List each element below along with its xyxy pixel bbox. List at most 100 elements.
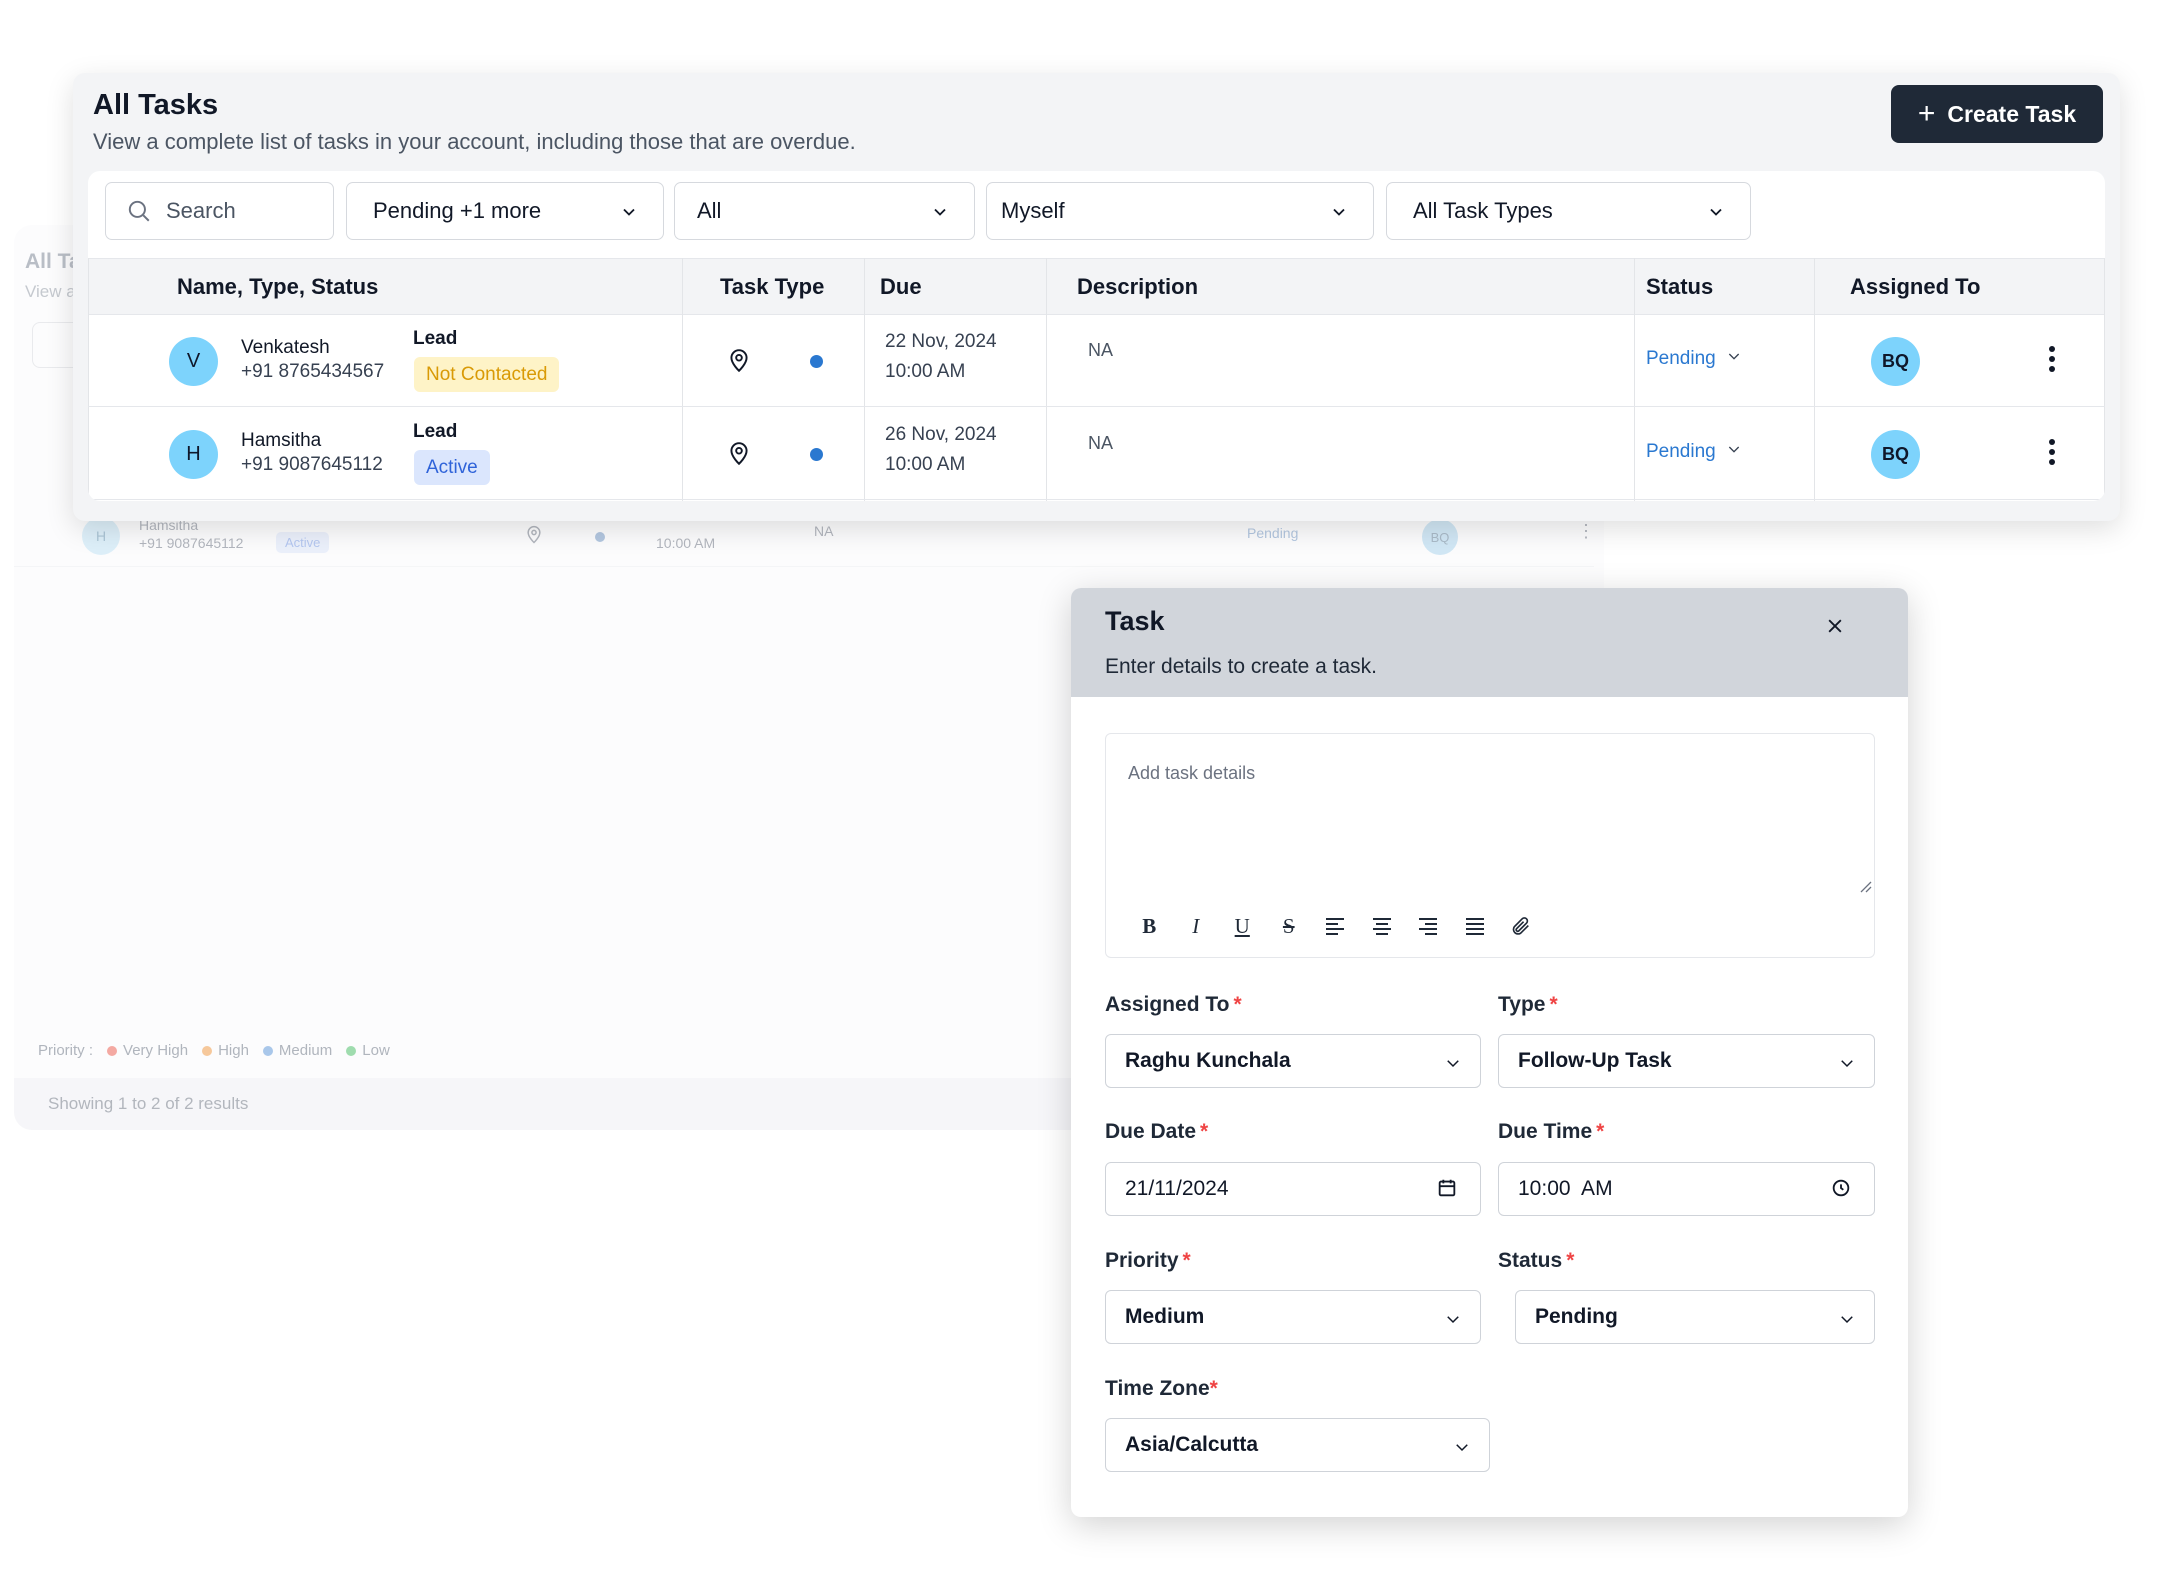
chevron-down-icon <box>1838 1310 1856 1334</box>
location-pin-icon <box>726 347 752 375</box>
type-label: Type * <box>1498 993 1558 1016</box>
status-dropdown[interactable]: Pending <box>1646 348 1742 370</box>
priority-low: Low <box>346 1042 390 1059</box>
column-header-assigned-to: Assigned To <box>1850 274 1981 299</box>
priority-high: High <box>202 1042 249 1059</box>
table-row[interactable]: H Hamsitha +91 9087645112 Lead Active 26… <box>88 408 2105 500</box>
modal-header: Task Enter details to create a task. <box>1071 588 1908 697</box>
column-header-due: Due <box>880 274 922 299</box>
table-row[interactable]: V Venkatesh +91 8765434567 Lead Not Cont… <box>88 315 2105 407</box>
plus-icon: + <box>1917 97 1936 130</box>
medium-dot-icon <box>262 1045 273 1056</box>
due-date: 22 Nov, 2024 <box>885 331 997 352</box>
priority-very-high: Very High <box>107 1042 188 1059</box>
attachment-icon[interactable] <box>1498 906 1545 946</box>
background-page-subtitle: View a <box>25 282 76 301</box>
location-pin-icon <box>524 524 544 551</box>
align-left-icon[interactable] <box>1312 906 1359 946</box>
search-placeholder: Search <box>166 198 236 223</box>
create-task-label: Create Task <box>1947 100 2077 127</box>
assigned-to-label: Assigned To * <box>1105 993 1242 1016</box>
align-center-icon[interactable] <box>1359 906 1406 946</box>
modal-title: Task <box>1105 606 1165 636</box>
contact-name[interactable]: Hamsitha <box>241 430 321 452</box>
record-type: Lead <box>413 328 458 349</box>
status-label: Status * <box>1498 1249 1575 1272</box>
due-time: 10:00 AM <box>656 535 716 551</box>
column-header-description: Description <box>1077 274 1199 299</box>
chevron-down-icon <box>1838 1054 1856 1078</box>
bold-button[interactable]: B <box>1126 906 1173 946</box>
high-dot-icon <box>202 1045 213 1056</box>
chevron-down-icon <box>619 202 639 228</box>
align-right-icon[interactable] <box>1405 906 1452 946</box>
strikethrough-button[interactable]: S <box>1266 906 1313 946</box>
priority-dot <box>810 355 823 368</box>
clock-icon[interactable] <box>1830 1177 1852 1199</box>
avatar: H <box>169 430 218 479</box>
contact-name[interactable]: Venkatesh <box>241 337 330 359</box>
column-header-status: Status <box>1646 274 1714 299</box>
avatar: V <box>169 337 218 386</box>
assignee-avatar: BQ <box>1871 337 1920 386</box>
priority-label: Priority * <box>1105 1249 1191 1272</box>
assigned-to-select[interactable]: Raghu Kunchala <box>1105 1034 1481 1088</box>
resize-handle-icon[interactable] <box>1858 879 1872 898</box>
status-select[interactable]: Pending <box>1515 1290 1875 1344</box>
priority-dot <box>810 448 823 461</box>
italic-button[interactable]: I <box>1173 906 1220 946</box>
align-justify-icon[interactable] <box>1452 906 1499 946</box>
priority-legend-label: Priority : <box>38 1042 94 1059</box>
priority-medium: Medium <box>262 1042 332 1059</box>
owner-filter-select[interactable]: Myself <box>986 182 1374 240</box>
more-options-icon[interactable] <box>2048 438 2056 466</box>
results-count: Showing 1 to 2 of 2 results <box>48 1094 249 1113</box>
chevron-down-icon <box>1726 441 1742 463</box>
column-header-task-type: Task Type <box>720 274 825 299</box>
chevron-down-icon <box>1726 348 1742 370</box>
close-icon[interactable] <box>1825 616 1845 636</box>
assignee-avatar: BQ <box>1871 430 1920 479</box>
chevron-down-icon <box>1706 202 1726 228</box>
create-task-button[interactable]: + Create Task <box>1891 85 2103 143</box>
low-dot-icon <box>346 1045 357 1056</box>
due-date: 26 Nov, 2024 <box>885 424 997 445</box>
due-time-label: Due Time * <box>1498 1120 1605 1143</box>
task-type-filter-select[interactable]: All Task Types <box>1386 182 1751 240</box>
chevron-down-icon <box>1453 1438 1471 1462</box>
more-icon: ⋮ <box>1577 521 1595 541</box>
type-select[interactable]: Follow-Up Task <box>1498 1034 1875 1088</box>
task-details-input[interactable] <box>1106 734 1872 891</box>
scope-filter-select[interactable]: All <box>674 182 975 240</box>
column-header-name: Name, Type, Status <box>177 274 379 299</box>
due-time-input[interactable]: 10:00 AM <box>1498 1162 1875 1216</box>
status-badge: Not Contacted <box>414 357 560 392</box>
task-details-editor: B I U S <box>1105 733 1875 958</box>
time-zone-label: Time Zone* <box>1105 1377 1218 1400</box>
all-tasks-panel: All Tasks View a complete list of tasks … <box>73 73 2120 521</box>
underline-button[interactable]: U <box>1219 906 1266 946</box>
status-dropdown[interactable]: Pending <box>1646 441 1742 463</box>
contact-phone: +91 9087645112 <box>241 454 383 475</box>
description: NA <box>1088 340 1114 360</box>
contact-phone: +91 8765434567 <box>241 361 385 382</box>
time-zone-select[interactable]: Asia/Calcutta <box>1105 1418 1490 1472</box>
modal-subtitle: Enter details to create a task. <box>1105 655 1377 678</box>
calendar-icon[interactable] <box>1436 1177 1458 1199</box>
record-type: Lead <box>413 421 458 442</box>
status-badge: Active <box>414 450 490 485</box>
due-date-input[interactable]: 21/11/2024 <box>1105 1162 1481 1216</box>
location-pin-icon <box>726 440 752 468</box>
priority-select[interactable]: Medium <box>1105 1290 1481 1344</box>
priority-legend: Priority : Very High High Medium Low <box>38 1042 390 1059</box>
page-subtitle: View a complete list of tasks in your ac… <box>93 129 856 154</box>
very-high-dot-icon <box>107 1045 118 1056</box>
search-icon <box>126 198 152 224</box>
more-options-icon[interactable] <box>2048 345 2056 373</box>
contact-phone: +91 9087645112 <box>139 535 244 551</box>
search-input[interactable]: Search <box>105 182 334 240</box>
description: NA <box>1088 433 1114 453</box>
status-filter-select[interactable]: Pending +1 more <box>346 182 664 240</box>
chevron-down-icon <box>1329 202 1349 228</box>
chevron-down-icon <box>930 202 950 228</box>
